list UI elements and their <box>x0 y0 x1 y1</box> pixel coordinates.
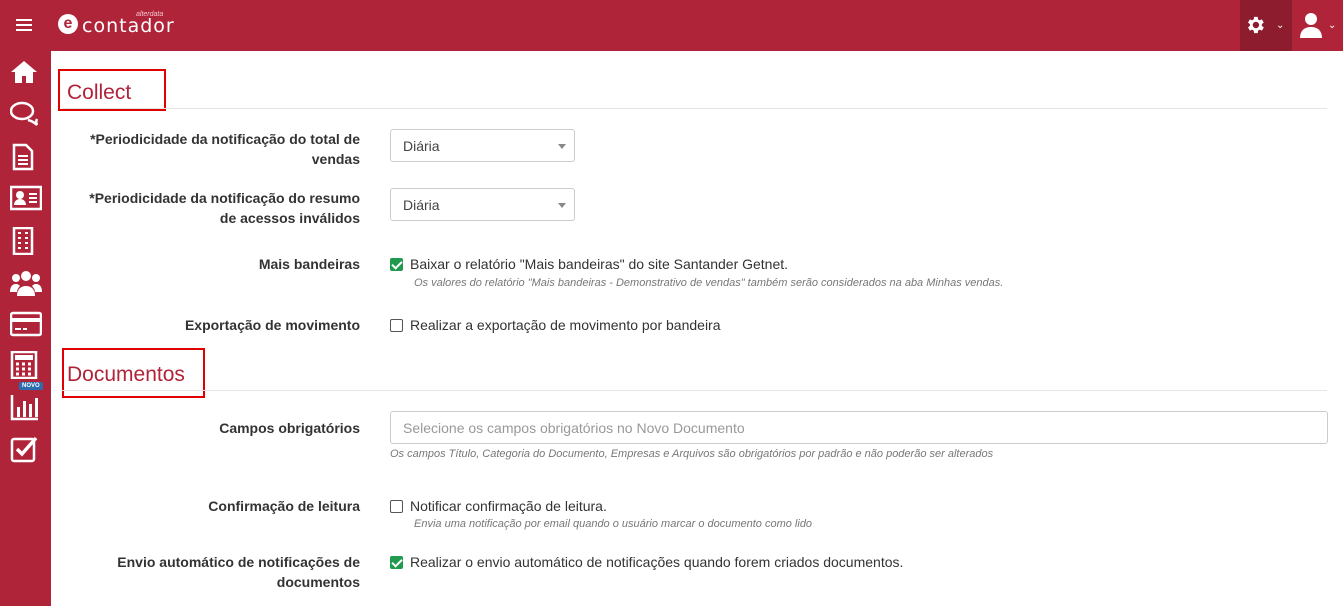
dropdown-arrow-icon <box>558 203 566 208</box>
dropdown-arrow-icon <box>558 144 566 149</box>
confirmacao-leitura-checkbox[interactable] <box>390 500 403 513</box>
checklist-icon <box>10 436 38 463</box>
logo-text: contador <box>82 15 175 37</box>
documentos-divider <box>62 390 1327 391</box>
gear-icon <box>1248 16 1264 34</box>
mais-bandeiras-checkbox-label[interactable]: Baixar o relatório "Mais bandeiras" do s… <box>410 256 788 272</box>
exportacao-checkbox[interactable] <box>390 319 403 332</box>
logo-brand-small: alterdata <box>136 11 164 18</box>
user-icon <box>1300 13 1322 38</box>
home-icon <box>11 61 37 83</box>
contact-card-icon <box>10 185 42 211</box>
users-icon <box>10 271 42 296</box>
envio-automatico-checkbox[interactable] <box>390 556 403 569</box>
collect-section-title: Collect <box>67 81 132 104</box>
confirmacao-leitura-checkbox-label[interactable]: Notificar confirmação de leitura. <box>410 498 607 514</box>
top-bar: e contador alterdata ⌄ ⌄ <box>0 0 1343 51</box>
envio-automatico-checkbox-label[interactable]: Realizar o envio automático de notificaç… <box>410 554 903 570</box>
chevron-down-icon: ⌄ <box>1276 20 1285 31</box>
periodicidade-total-value: Diária <box>403 138 440 154</box>
sidebar-item-tasks[interactable] <box>8 433 42 465</box>
campos-obrigatorios-label: Campos obrigatórios <box>219 420 360 436</box>
exportacao-label: Exportação de movimento <box>184 317 360 333</box>
building-icon <box>12 227 34 255</box>
collect-divider <box>62 108 1327 109</box>
settings-button[interactable]: ⌄ <box>1240 0 1292 51</box>
document-icon <box>12 143 34 171</box>
sidebar: NOVO <box>0 51 51 606</box>
sidebar-item-contacts[interactable] <box>8 183 42 215</box>
chevron-down-icon: ⌄ <box>1328 20 1337 31</box>
exportacao-checkbox-label[interactable]: Realizar a exportação de movimento por b… <box>410 317 721 333</box>
calculator-icon <box>10 351 38 379</box>
envio-automatico-label: Envio automático de notificações de docu… <box>117 554 360 590</box>
novo-badge: NOVO <box>19 382 43 390</box>
periodicidade-resumo-select[interactable]: Diária <box>390 188 575 221</box>
campos-obrigatorios-input[interactable] <box>390 411 1328 444</box>
bar-chart-icon <box>10 395 38 421</box>
mais-bandeiras-help: Os valores do relatório "Mais bandeiras … <box>414 277 1004 289</box>
logo-e-mark: e <box>58 14 78 34</box>
documentos-section-title: Documentos <box>67 363 185 386</box>
periodicidade-total-label: *Periodicidade da notificação do total d… <box>90 131 360 167</box>
sidebar-item-reports[interactable] <box>8 391 42 423</box>
confirmacao-leitura-help: Envia uma notificação por email quando o… <box>414 518 813 530</box>
periodicidade-total-select[interactable]: Diária <box>390 129 575 162</box>
sidebar-item-documents[interactable] <box>8 141 42 173</box>
mais-bandeiras-checkbox[interactable] <box>390 258 403 271</box>
user-menu-button[interactable]: ⌄ <box>1296 0 1343 51</box>
hamburger-menu-icon[interactable] <box>14 16 36 34</box>
periodicidade-resumo-value: Diária <box>403 197 440 213</box>
sidebar-item-calculator[interactable] <box>8 349 42 381</box>
mais-bandeiras-label: Mais bandeiras <box>258 256 360 272</box>
chat-icon <box>10 101 39 126</box>
sidebar-item-payments[interactable] <box>8 309 42 341</box>
sidebar-item-users[interactable] <box>8 267 42 299</box>
periodicidade-resumo-label: *Periodicidade da notificação do resumo … <box>89 190 360 226</box>
credit-card-icon <box>10 311 42 337</box>
sidebar-item-home[interactable] <box>8 57 42 89</box>
confirmacao-leitura-label: Confirmação de leitura <box>208 498 360 514</box>
sidebar-item-companies[interactable] <box>8 225 42 257</box>
sidebar-item-chat[interactable] <box>8 99 42 131</box>
campos-obrigatorios-help: Os campos Título, Categoria do Documento… <box>390 448 994 460</box>
